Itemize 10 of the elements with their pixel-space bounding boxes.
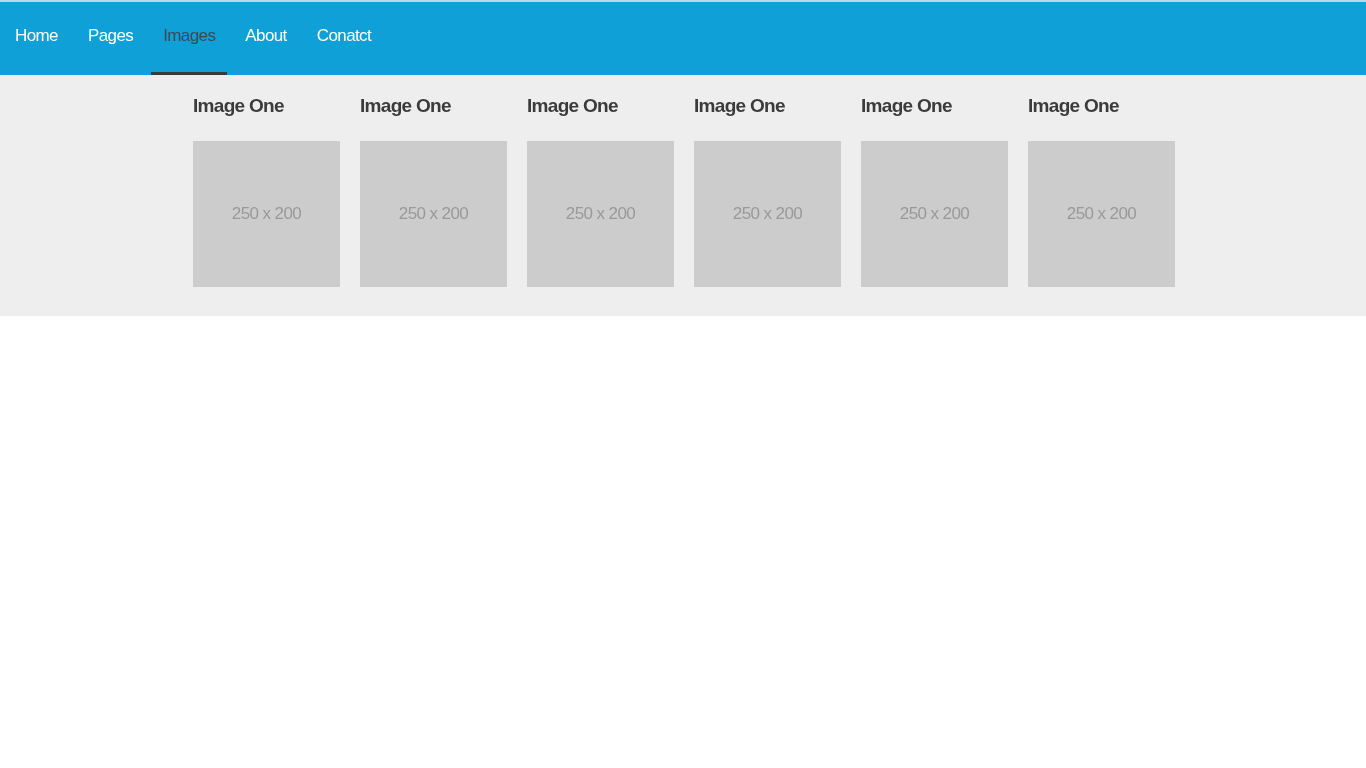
nav-link[interactable]: About — [233, 2, 299, 75]
nav-link[interactable]: Conatct — [304, 2, 384, 75]
image-title: Image One — [1028, 95, 1120, 118]
image-title: Image One — [861, 95, 953, 118]
image-title: Image One — [360, 95, 452, 118]
image-title: Image One — [193, 95, 285, 118]
nav-link[interactable]: Pages — [75, 2, 146, 75]
image-title: Image One — [527, 95, 619, 118]
nav-link[interactable]: Home — [3, 2, 70, 75]
image-title: Image One — [694, 95, 786, 118]
